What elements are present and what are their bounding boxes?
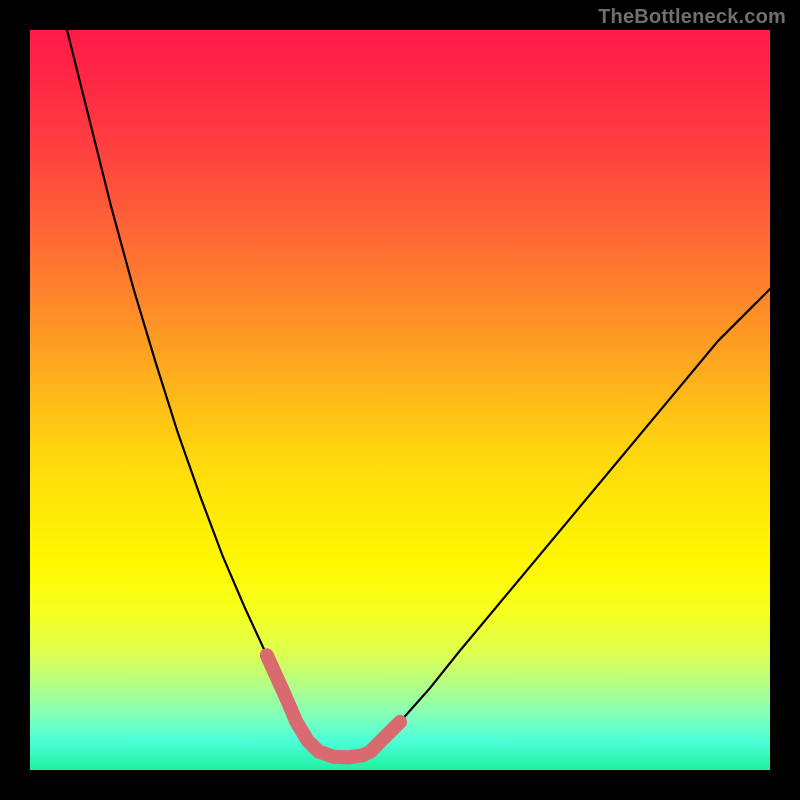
bottleneck-curve xyxy=(67,30,770,757)
plot-area xyxy=(30,30,770,770)
watermark-text: TheBottleneck.com xyxy=(598,6,786,29)
highlight-right xyxy=(370,722,400,752)
chart-frame: TheBottleneck.com xyxy=(0,0,800,800)
highlight-bottom xyxy=(319,752,371,758)
highlight-left xyxy=(267,655,319,751)
curve-layer xyxy=(30,30,770,770)
